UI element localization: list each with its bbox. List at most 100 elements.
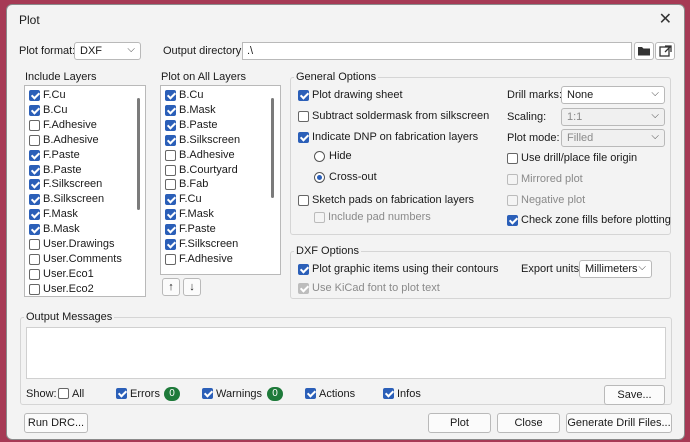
show-errors-label: Errors xyxy=(130,388,160,400)
layer-label: User.Eco2 xyxy=(43,282,94,295)
layer-checkbox[interactable] xyxy=(29,90,40,101)
mirrored-plot-checkbox[interactable] xyxy=(507,174,518,185)
scaling-value: 1:1 xyxy=(567,111,583,123)
mirrored-plot-label: Mirrored plot xyxy=(521,173,583,185)
include-layers-title: Include Layers xyxy=(25,71,97,83)
external-link-icon xyxy=(659,45,672,57)
use-kicad-font-label: Use KiCad font to plot text xyxy=(312,282,440,294)
dxf-options-title: DXF Options xyxy=(294,245,361,257)
layer-label: B.Paste xyxy=(43,163,82,176)
plot-button[interactable]: Plot xyxy=(428,413,491,433)
layer-checkbox[interactable] xyxy=(165,119,176,131)
layer-checkbox[interactable] xyxy=(165,164,176,176)
layer-label: B.Courtyard xyxy=(179,163,238,176)
hide-radio[interactable] xyxy=(314,151,325,162)
export-units-select[interactable]: Millimeters ⌵ xyxy=(579,260,652,278)
show-infos-checkbox[interactable] xyxy=(383,388,394,399)
layer-label: F.Cu xyxy=(179,193,202,206)
layer-label: B.Mask xyxy=(43,223,80,236)
folder-browse-button[interactable] xyxy=(634,42,654,60)
layer-checkbox[interactable] xyxy=(165,134,176,146)
scaling-select[interactable]: 1:1 ⌵ xyxy=(561,108,665,126)
chevron-down-icon: ⌵ xyxy=(651,131,659,142)
layer-checkbox[interactable] xyxy=(165,179,176,191)
layer-checkbox[interactable] xyxy=(29,164,40,176)
show-warnings-label: Warnings xyxy=(216,388,263,400)
chevron-down-icon: ⌵ xyxy=(651,110,659,121)
layer-checkbox[interactable] xyxy=(29,134,40,146)
layer-checkbox[interactable] xyxy=(165,90,176,101)
open-external-button[interactable] xyxy=(655,42,675,60)
layer-checkbox[interactable] xyxy=(29,149,40,161)
layer-checkbox[interactable] xyxy=(29,104,40,116)
layer-checkbox[interactable] xyxy=(29,283,40,295)
move-up-button[interactable]: ↑ xyxy=(162,278,180,296)
use-drill-origin-checkbox[interactable] xyxy=(507,153,518,164)
save-messages-button[interactable]: Save... xyxy=(604,385,665,405)
show-errors-checkbox[interactable] xyxy=(116,388,127,399)
layer-checkbox[interactable] xyxy=(165,194,176,206)
layer-checkbox[interactable] xyxy=(29,209,40,221)
layer-label: F.Paste xyxy=(179,223,216,236)
subtract-soldermask-label: Subtract soldermask from silkscreen xyxy=(312,110,490,122)
include-layers-scrollbar[interactable] xyxy=(137,98,140,210)
subtract-soldermask-checkbox[interactable] xyxy=(298,111,309,122)
show-all-checkbox[interactable] xyxy=(58,388,69,399)
layer-checkbox[interactable] xyxy=(165,104,176,116)
plot-format-select[interactable]: DXF ⌵ xyxy=(74,42,141,60)
generate-drill-files-button[interactable]: Generate Drill Files... xyxy=(566,413,672,433)
layer-checkbox[interactable] xyxy=(165,209,176,221)
show-warnings-checkbox[interactable] xyxy=(202,388,213,399)
layer-label: F.Silkscreen xyxy=(179,238,239,250)
layer-checkbox[interactable] xyxy=(29,194,40,206)
general-options-title: General Options xyxy=(294,71,379,83)
include-layers-list[interactable]: F.Cu B.Cu F.Adhesive B.Adhesive F.Paste B.Pas… xyxy=(24,85,146,297)
layer-label: B.Adhesive xyxy=(179,148,235,161)
close-button[interactable]: Close xyxy=(497,413,560,433)
drill-marks-select[interactable]: None ⌵ xyxy=(561,86,665,104)
plot-contours-checkbox[interactable] xyxy=(298,264,309,275)
use-kicad-font-checkbox[interactable] xyxy=(298,283,309,294)
indicate-dnp-label: Indicate DNP on fabrication layers xyxy=(312,131,479,143)
show-label: Show: xyxy=(26,388,57,400)
layer-checkbox[interactable] xyxy=(29,119,40,131)
plot-mode-label: Plot mode: xyxy=(507,132,560,144)
close-icon[interactable]: ✕ xyxy=(659,9,672,29)
include-pad-numbers-label: Include pad numbers xyxy=(328,211,431,223)
include-pad-numbers-checkbox[interactable] xyxy=(314,212,325,223)
indicate-dnp-checkbox[interactable] xyxy=(298,132,309,143)
move-down-button[interactable]: ↓ xyxy=(183,278,201,296)
layer-label: F.Paste xyxy=(43,148,80,161)
warnings-count-badge: 0 xyxy=(267,387,283,401)
layer-checkbox[interactable] xyxy=(29,253,40,265)
output-dir-label: Output directory: xyxy=(163,45,245,57)
layer-label: B.Mask xyxy=(179,103,216,116)
layer-checkbox[interactable] xyxy=(29,179,40,191)
layer-label: B.Fab xyxy=(179,178,209,191)
negative-plot-checkbox[interactable] xyxy=(507,195,518,206)
layer-label: User.Eco1 xyxy=(43,267,94,280)
run-drc-button[interactable]: Run DRC... xyxy=(24,413,88,433)
layer-checkbox[interactable] xyxy=(165,253,176,265)
scaling-label: Scaling: xyxy=(507,111,547,123)
output-messages-box[interactable] xyxy=(26,327,666,379)
layer-checkbox[interactable] xyxy=(165,149,176,161)
plot-mode-select[interactable]: Filled ⌵ xyxy=(561,129,665,147)
layer-label: F.Silkscreen xyxy=(43,178,103,191)
output-dir-input[interactable]: .\ xyxy=(242,42,632,60)
layer-checkbox[interactable] xyxy=(29,224,40,236)
plot-drawing-sheet-checkbox[interactable] xyxy=(298,90,309,101)
show-actions-checkbox[interactable] xyxy=(305,388,316,399)
layer-checkbox[interactable] xyxy=(29,239,40,250)
layer-label: B.Cu xyxy=(43,103,68,116)
layer-checkbox[interactable] xyxy=(165,239,176,250)
layer-checkbox[interactable] xyxy=(29,268,40,280)
check-zone-fills-checkbox[interactable] xyxy=(507,215,518,226)
layer-checkbox[interactable] xyxy=(165,224,176,236)
plot-all-layers-scrollbar[interactable] xyxy=(271,98,274,198)
plot-format-value: DXF xyxy=(80,45,102,57)
cross-out-radio[interactable] xyxy=(314,172,325,183)
sketch-pads-checkbox[interactable] xyxy=(298,195,309,206)
plot-all-layers-list[interactable]: B.Cu B.Mask B.Paste B.Silkscreen B.Adhesive B… xyxy=(160,85,281,275)
layer-label: F.Mask xyxy=(179,208,214,221)
